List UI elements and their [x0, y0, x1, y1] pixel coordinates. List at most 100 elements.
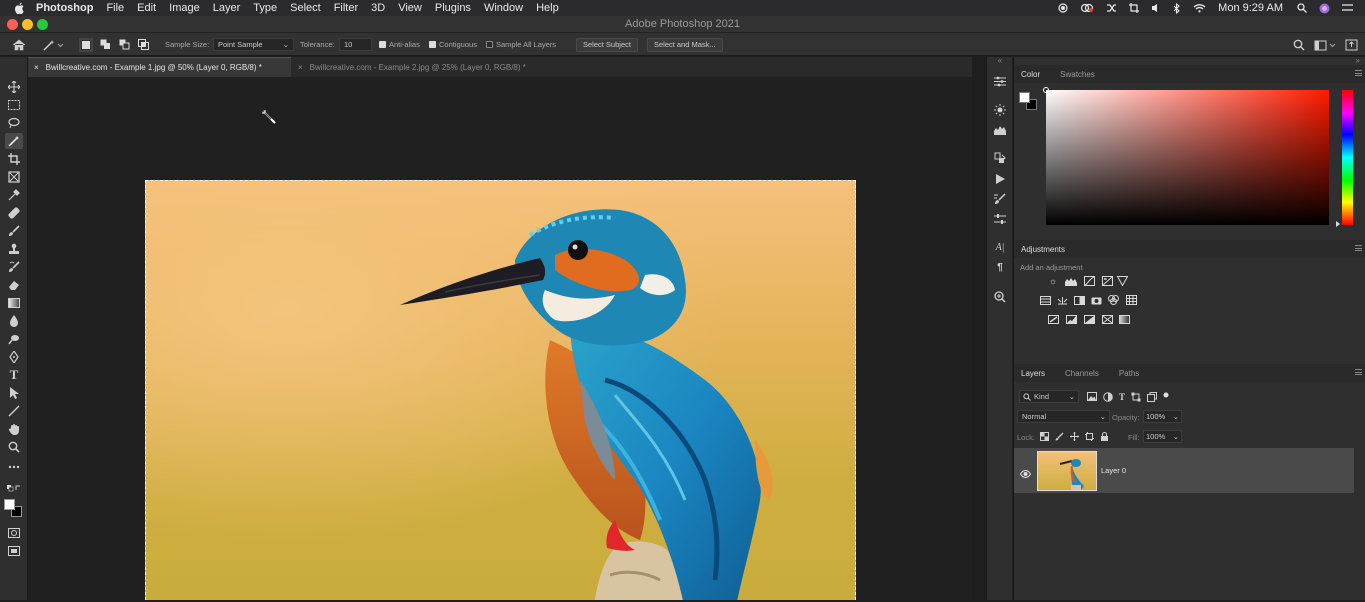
lock-position-icon[interactable]	[1070, 432, 1079, 441]
color-picker-cursor[interactable]	[1043, 87, 1049, 93]
brushes-icon[interactable]	[992, 212, 1008, 226]
search-icon[interactable]	[1293, 33, 1305, 56]
brush-tool-icon[interactable]	[5, 223, 23, 239]
menu-filter[interactable]: Filter	[334, 2, 358, 14]
move-tool-icon[interactable]	[5, 79, 23, 95]
panel-menu-icon[interactable]	[1355, 245, 1362, 251]
anti-alias-checkbox[interactable]: Anti-alias	[379, 33, 420, 56]
creative-cloud-icon[interactable]	[1080, 3, 1094, 13]
wifi-icon[interactable]	[1193, 3, 1206, 13]
shuffle-icon[interactable]	[1106, 3, 1117, 13]
sample-size-select[interactable]: Point Sample ⌄	[213, 33, 294, 56]
menu-image[interactable]: Image	[169, 2, 200, 14]
layer-thumbnail[interactable]	[1037, 451, 1097, 491]
color-picker-field[interactable]	[1046, 90, 1329, 225]
subtract-from-selection-icon[interactable]	[119, 33, 130, 56]
swap-colors-icon[interactable]	[5, 483, 23, 493]
tab-layers[interactable]: Layers	[1021, 369, 1045, 378]
menu-app-photoshop[interactable]: Photoshop	[36, 2, 93, 14]
home-icon[interactable]	[12, 33, 26, 56]
brightness-contrast-icon[interactable]: ☼	[1047, 276, 1059, 286]
menu-help[interactable]: Help	[536, 2, 559, 14]
color-foreground-swatch[interactable]	[1019, 92, 1030, 103]
menu-layer[interactable]: Layer	[213, 2, 241, 14]
properties-icon[interactable]	[992, 74, 1008, 88]
menu-window[interactable]: Window	[484, 2, 523, 14]
menu-type[interactable]: Type	[253, 2, 277, 14]
eyedropper-tool-icon[interactable]	[5, 187, 23, 203]
menu-view[interactable]: View	[398, 2, 422, 14]
actions-play-icon[interactable]	[992, 172, 1008, 186]
tab-color[interactable]: Color	[1021, 70, 1040, 79]
volume-icon[interactable]	[1151, 3, 1161, 13]
hue-saturation-icon[interactable]	[1039, 295, 1051, 305]
healing-brush-tool-icon[interactable]	[5, 205, 23, 221]
tab-document-1[interactable]: × Bwillcreative.com - Example 1.jpg @ 50…	[28, 57, 291, 77]
siri-icon[interactable]	[1319, 3, 1330, 14]
intersect-selection-icon[interactable]	[138, 33, 149, 56]
posterize-icon[interactable]	[1065, 314, 1077, 324]
layer-filter-select[interactable]: Kind ⌄	[1019, 390, 1079, 403]
gradient-map-icon[interactable]	[1118, 314, 1130, 324]
exposure-icon[interactable]	[1101, 276, 1113, 286]
contiguous-checkbox[interactable]: Contiguous	[429, 33, 477, 56]
tab-paths[interactable]: Paths	[1119, 369, 1139, 378]
tab-adjustments[interactable]: Adjustments	[1021, 245, 1065, 254]
crop-icon[interactable]	[1129, 3, 1140, 13]
line-tool-icon[interactable]	[5, 403, 23, 419]
menu-plugins[interactable]: Plugins	[435, 2, 471, 14]
history-brush-tool-icon[interactable]	[5, 259, 23, 275]
pixel-layer-filter-icon[interactable]	[1087, 392, 1097, 401]
layer-name[interactable]: Layer 0	[1101, 466, 1126, 475]
brush-settings-icon[interactable]	[992, 192, 1008, 206]
layers-scrollbar[interactable]	[1354, 372, 1364, 602]
lock-transparent-pixels-icon[interactable]	[1040, 432, 1049, 441]
history-icon[interactable]	[992, 151, 1008, 165]
lock-all-icon[interactable]	[1100, 432, 1109, 441]
tab-document-2[interactable]: × Bwillcreative.com - Example 2.jpg @ 25…	[292, 57, 554, 77]
channel-mixer-icon[interactable]	[1107, 295, 1119, 305]
smart-object-filter-icon[interactable]	[1147, 392, 1158, 402]
share-icon[interactable]	[1345, 33, 1359, 56]
opacity-input[interactable]: 100% ⌄	[1143, 410, 1182, 423]
lock-artboard-icon[interactable]	[1085, 432, 1094, 441]
fill-input[interactable]: 100% ⌄	[1143, 430, 1182, 443]
close-tab-icon[interactable]: ×	[298, 63, 303, 72]
layer-row[interactable]: Layer 0	[1014, 448, 1354, 493]
screen-mode-icon[interactable]	[5, 543, 23, 559]
panel-menu-icon[interactable]	[1355, 70, 1362, 76]
histogram-icon[interactable]	[992, 123, 1008, 137]
magic-wand-tool-icon[interactable]	[5, 133, 23, 149]
lock-image-pixels-icon[interactable]	[1055, 432, 1064, 441]
tab-swatches[interactable]: Swatches	[1060, 70, 1095, 79]
curves-icon[interactable]	[1083, 276, 1095, 286]
pen-tool-icon[interactable]	[5, 349, 23, 365]
record-icon[interactable]	[1058, 3, 1068, 13]
type-layer-filter-icon[interactable]: T	[1119, 392, 1125, 402]
foreground-color-swatch[interactable]	[4, 499, 15, 510]
menu-3d[interactable]: 3D	[371, 2, 385, 14]
selection-marquee[interactable]	[145, 180, 856, 600]
tolerance-input[interactable]: 10	[339, 33, 372, 56]
filter-toggle-icon[interactable]	[1163, 392, 1169, 398]
clone-stamp-tool-icon[interactable]	[5, 241, 23, 257]
character-icon[interactable]: A|	[992, 240, 1008, 254]
new-selection-icon[interactable]	[79, 33, 93, 56]
control-center-icon[interactable]	[1342, 3, 1353, 13]
document-canvas[interactable]	[28, 77, 972, 600]
threshold-icon[interactable]	[1083, 314, 1095, 324]
type-tool-icon[interactable]: T	[5, 367, 23, 383]
marquee-tool-icon[interactable]	[5, 97, 23, 113]
magic-wand-preset-icon[interactable]	[42, 33, 64, 56]
adjustment-layer-filter-icon[interactable]	[1103, 392, 1113, 402]
blend-mode-select[interactable]: Normal ⌄	[1017, 410, 1110, 423]
paragraph-icon[interactable]: ¶	[992, 260, 1008, 274]
levels-icon[interactable]	[1065, 276, 1077, 286]
vibrance-icon[interactable]	[1116, 276, 1128, 286]
lasso-tool-icon[interactable]	[5, 115, 23, 131]
menu-file[interactable]: File	[106, 2, 124, 14]
spotlight-search-icon[interactable]	[1297, 3, 1307, 13]
collapse-arrows-icon[interactable]: «	[987, 57, 1013, 65]
navigator-icon[interactable]	[992, 290, 1008, 304]
sample-all-layers-checkbox[interactable]: Sample All Layers	[486, 33, 556, 56]
